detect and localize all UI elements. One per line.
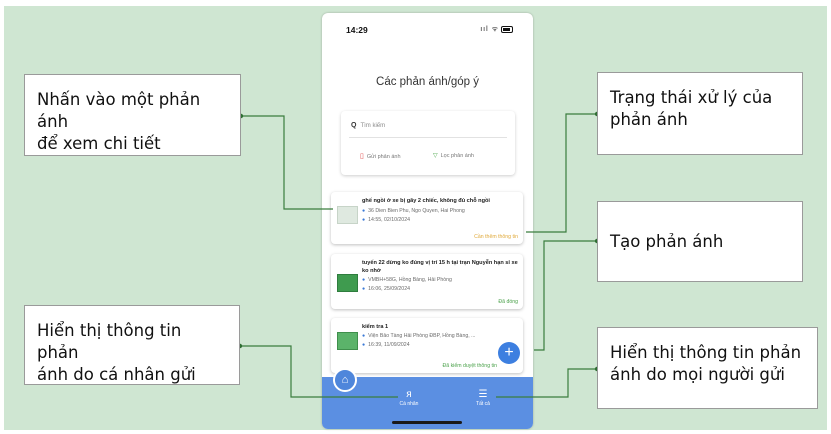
phone-screen: 14:29 ııl ᯤ Các phản ánh/góp ý Q Tìm kiếm… [322,13,533,429]
tab-personal-label: Cá nhân [399,401,419,407]
report-card[interactable]: kiểm tra 1 ● Viện Bảo Tàng Hải Phòng ĐBP,… [331,318,523,373]
callout-line: ánh do cá nhân gửi [37,365,196,384]
callout-line: Hiển thị thông tin phản [37,321,182,362]
callout-line: ánh do mọi người gửi [610,365,785,384]
report-card[interactable]: ghế ngồi ở xe bị gãy 2 chiếc, không đủ c… [331,192,523,244]
callout-tap-card: Nhấn vào một phản ánh để xem chi tiết [24,74,241,156]
report-thumbnail [337,332,358,350]
document-icon: ▯ [360,153,364,160]
list-icon: ☰ [478,389,488,400]
tab-all-label: Tất cả [476,401,490,407]
report-time-text: 16:39, 11/09/2024 [368,342,410,348]
callout-line: Nhấn vào một phản ánh [37,90,201,131]
filter-label: Lọc phản ánh [440,153,474,159]
callout-personal: Hiển thị thông tin phản ánh do cá nhân g… [24,305,240,385]
person-icon: ᴙ [406,389,412,400]
search-input[interactable]: Q Tìm kiếm [351,122,385,129]
search-placeholder: Tìm kiếm [360,123,386,129]
tab-personal[interactable]: ᴙ Cá nhân [394,389,424,407]
page-title: Các phản ánh/góp ý [376,76,479,88]
report-title: tuyến 22 dừng ko đúng vị trí 15 h tại tr… [362,260,518,274]
clock-icon: ● [362,286,366,292]
search-icon: Q [351,122,357,129]
callout-line: phản ánh [610,110,688,129]
home-indicator [392,421,462,424]
report-address: ● 36 Dien Bien Phu, Ngo Quyen, Hai Phong [362,208,465,214]
report-time-text: 14:55, 02/10/2024 [368,217,410,223]
tab-all[interactable]: ☰ Tất cả [468,389,498,407]
report-address-text: VMBH+58G, Hồng Bàng, Hải Phòng [368,277,452,283]
status-badge: Đã đóng [498,299,518,305]
callout-status: Trạng thái xử lý của phản ánh [597,72,803,155]
plus-icon: + [504,344,514,361]
report-time: ● 14:55, 02/10/2024 [362,217,410,223]
send-report-label: Gửi phản ánh [366,154,401,160]
home-icon: ⌂ [341,374,349,386]
report-title: kiểm tra 1 [362,324,389,330]
signal-wifi-icon: ııl ᯤ [480,26,499,33]
status-badge: Đã kiểm duyệt thông tin [442,363,498,369]
search-card: Q Tìm kiếm ▯ Gửi phản ánh ▽ Lọc phản ánh [341,111,515,175]
status-time: 14:29 [346,25,368,35]
clock-icon: ● [362,342,366,348]
status-signal: ııl ᯤ [480,25,513,34]
home-button[interactable]: ⌂ [333,368,357,392]
callout-create: Tạo phản ánh [597,201,803,282]
report-thumbnail [337,206,358,224]
report-address-text: 36 Dien Bien Phu, Ngo Quyen, Hai Phong [368,208,465,214]
status-bar: 14:29 ııl ᯤ [322,13,533,43]
report-thumbnail [337,274,358,292]
clock-icon: ● [362,217,366,223]
location-pin-icon: ● [362,277,366,283]
battery-icon [501,25,513,33]
report-title: ghế ngồi ở xe bị gãy 2 chiếc, không đủ c… [362,198,490,204]
add-report-button[interactable]: + [498,342,520,364]
send-report-button[interactable]: ▯ Gửi phản ánh [360,152,401,160]
report-time: ● 16:06, 25/09/2024 [362,286,410,292]
report-time: ● 16:39, 11/09/2024 [362,342,410,348]
callout-line: để xem chi tiết [37,134,161,153]
location-pin-icon: ● [362,333,366,339]
location-pin-icon: ● [362,208,366,214]
callout-line: Trạng thái xử lý của [610,88,773,107]
divider [349,137,507,138]
report-address-text: Viện Bảo Tàng Hải Phòng ĐBP, Hồng Bàng, … [368,333,476,339]
report-time-text: 16:06, 25/09/2024 [368,286,410,292]
filter-icon: ▽ [433,153,438,159]
filter-button[interactable]: ▽ Lọc phản ánh [433,152,474,159]
callout-line: Hiển thị thông tin phản [610,343,802,362]
callout-everyone: Hiển thị thông tin phản ánh do mọi người… [597,327,818,409]
report-card[interactable]: tuyến 22 dừng ko đúng vị trí 15 h tại tr… [331,254,523,309]
report-address: ● VMBH+58G, Hồng Bàng, Hải Phòng [362,277,452,283]
status-badge: Cần thêm thông tin [474,234,518,240]
callout-line: Tạo phản ánh [610,232,724,251]
report-address: ● Viện Bảo Tàng Hải Phòng ĐBP, Hồng Bàng,… [362,333,475,339]
